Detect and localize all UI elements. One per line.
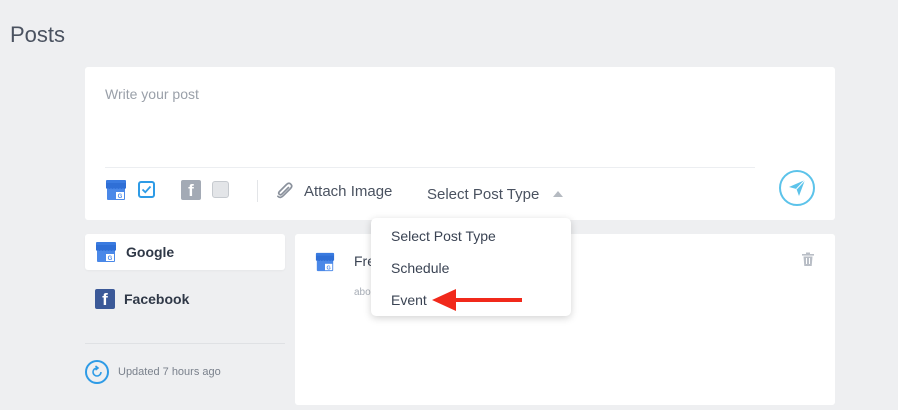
google-my-business-icon: G <box>315 252 335 271</box>
sync-status: Updated 7 hours ago <box>85 360 221 384</box>
checkmark-icon <box>141 185 152 194</box>
paper-plane-icon <box>789 179 806 196</box>
attach-image-label: Attach Image <box>304 182 393 200</box>
sidebar-item-label: Google <box>126 244 175 260</box>
facebook-icon: f <box>95 289 115 309</box>
google-my-business-icon: G <box>96 242 116 262</box>
sidebar-item-label: Facebook <box>124 291 190 307</box>
page-title: Posts <box>10 22 66 47</box>
svg-text:G: G <box>118 194 123 200</box>
refresh-arrow-icon <box>92 365 102 377</box>
dropdown-item-select-post-type[interactable]: Select Post Type <box>371 222 571 254</box>
dropdown-item-schedule[interactable]: Schedule <box>371 254 571 286</box>
refresh-icon[interactable] <box>85 360 109 384</box>
toolbar-separator <box>257 180 258 202</box>
attach-image-button[interactable]: Attach Image <box>275 179 392 203</box>
facebook-icon: f <box>181 180 201 200</box>
google-my-business-icon: G <box>106 180 126 200</box>
composer-divider <box>105 167 755 168</box>
send-post-button[interactable] <box>779 170 815 206</box>
sidebar-item-facebook[interactable]: f Facebook <box>85 281 285 317</box>
annotation-arrow-icon <box>432 289 522 311</box>
trash-icon[interactable] <box>801 252 815 267</box>
facebook-checkbox[interactable] <box>212 181 229 198</box>
svg-text:G: G <box>327 265 331 271</box>
post-text-input[interactable] <box>105 84 755 104</box>
post-composer: G f Attach Image Select Post Type <box>85 67 835 220</box>
caret-up-icon <box>553 191 564 197</box>
post-type-select-label: Select Post Type <box>427 185 540 203</box>
sidebar-item-google[interactable]: G Google <box>85 234 285 270</box>
svg-text:G: G <box>108 256 113 262</box>
google-checkbox[interactable] <box>138 181 155 198</box>
sidebar-divider <box>85 343 285 344</box>
updated-timestamp: Updated 7 hours ago <box>118 366 221 378</box>
paperclip-icon <box>277 182 293 199</box>
post-type-select[interactable]: Select Post Type <box>427 184 564 204</box>
